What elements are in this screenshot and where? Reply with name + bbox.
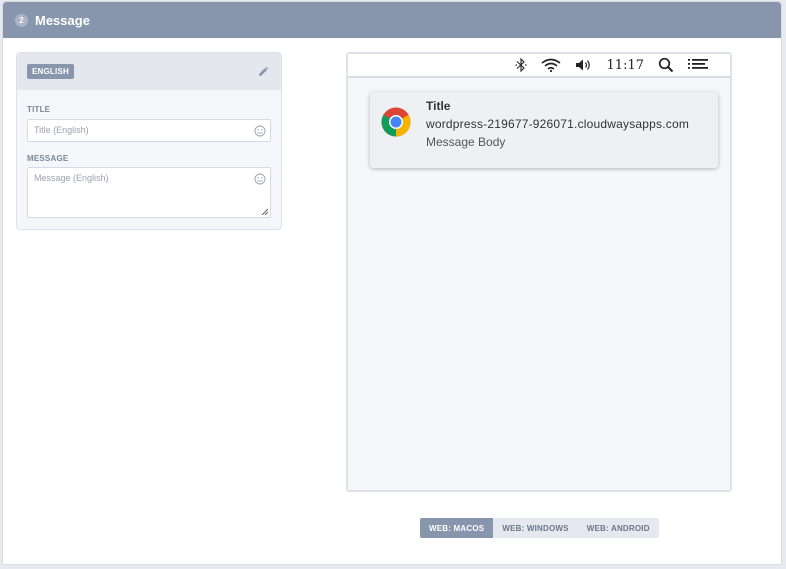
macos-menubar: 11:17: [348, 54, 730, 78]
tab-web-android[interactable]: WEB: ANDROID: [578, 518, 659, 538]
search-icon: [658, 57, 674, 73]
title-field-wrapper: [27, 119, 271, 142]
pencil-icon[interactable]: [257, 66, 269, 78]
message-panel: 2 Message ENGLISH TITLE MESSAGE: [2, 1, 782, 565]
emoji-icon[interactable]: [254, 125, 266, 137]
notification-card[interactable]: Title wordpress-219677-926071.cloudwaysa…: [370, 92, 718, 168]
chrome-icon: [381, 107, 411, 137]
message-label: MESSAGE: [27, 154, 69, 163]
emoji-icon[interactable]: [254, 173, 266, 185]
language-tag: ENGLISH: [27, 64, 74, 79]
panel-header: 2 Message: [3, 2, 781, 38]
menubar-clock: 11:17: [606, 57, 644, 73]
message-field-wrapper: [27, 167, 271, 218]
tab-web-macos[interactable]: WEB: MACOS: [420, 518, 494, 538]
notification-preview: 11:17 Title wordpress-219677-926071.clou…: [346, 52, 732, 492]
wifi-icon: [541, 58, 561, 72]
volume-icon: [575, 58, 593, 72]
notification-title: Title: [426, 99, 451, 113]
tab-web-windows[interactable]: WEB: WINDOWS: [493, 518, 577, 538]
language-card: ENGLISH TITLE MESSAGE: [16, 52, 282, 230]
language-card-header: ENGLISH: [17, 53, 281, 90]
bluetooth-icon: [514, 58, 527, 72]
notification-body: Message Body: [426, 135, 506, 149]
platform-tabs: WEB: MACOS WEB: WINDOWS WEB: ANDROID: [420, 518, 659, 538]
resize-handle-icon[interactable]: [261, 208, 268, 215]
message-textarea[interactable]: [28, 168, 270, 216]
step-number-badge: 2: [15, 13, 28, 27]
list-icon: [688, 58, 708, 72]
panel-title: Message: [35, 12, 90, 28]
title-input[interactable]: [28, 120, 270, 140]
title-label: TITLE: [27, 105, 51, 114]
notification-origin: wordpress-219677-926071.cloudwaysapps.co…: [426, 117, 690, 131]
